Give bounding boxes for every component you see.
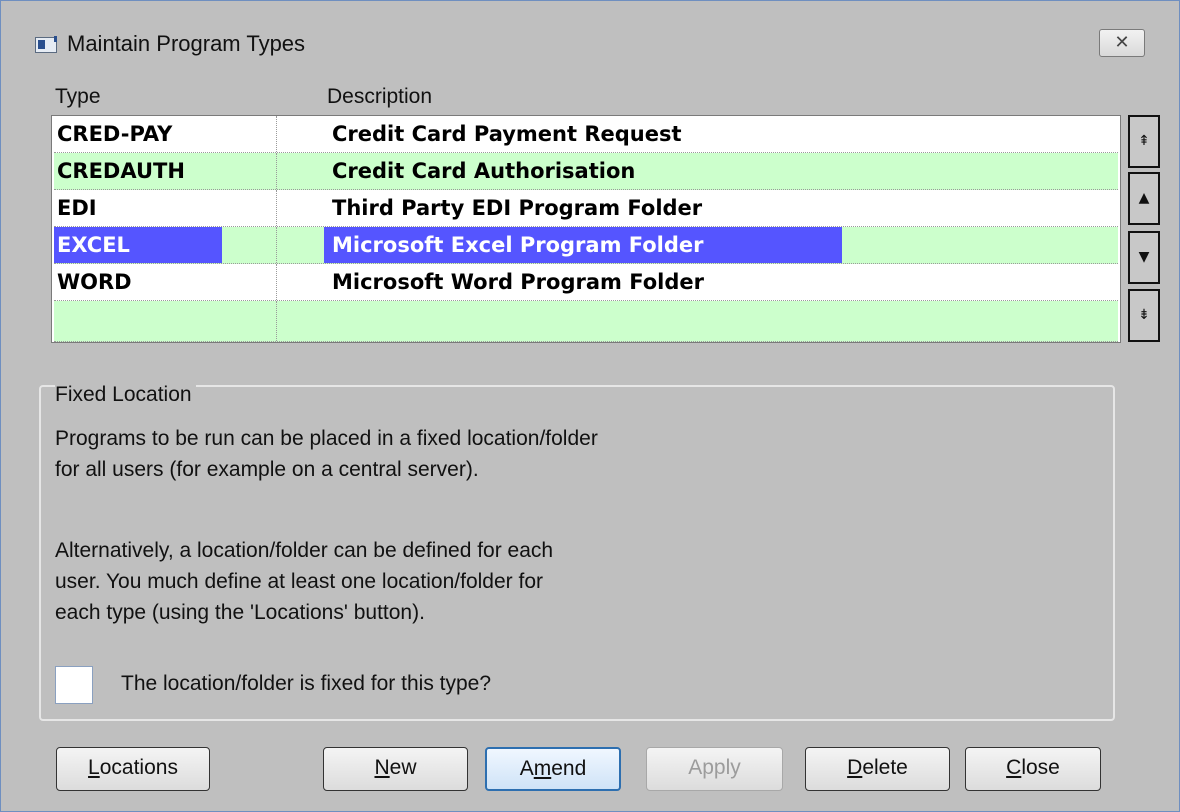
column-header-type[interactable]: Type	[55, 85, 101, 109]
help-text-line: Programs to be run can be placed in a fi…	[55, 427, 598, 450]
program-types-list[interactable]: CRED-PAY Credit Card Payment Request CRE…	[51, 115, 1121, 343]
fixed-location-checkbox-label[interactable]: The location/folder is fixed for this ty…	[121, 672, 491, 696]
column-divider	[276, 227, 277, 263]
close-icon: ✕	[1114, 32, 1130, 53]
maintain-program-types-window: Maintain Program Types ✕ Type Descriptio…	[0, 0, 1180, 812]
button-label: ocations	[99, 756, 178, 779]
scroll-down-button[interactable]: ▼	[1128, 231, 1160, 284]
list-row[interactable]: EDI Third Party EDI Program Folder	[54, 190, 1118, 227]
cell-type: WORD	[57, 270, 132, 294]
button-label: ew	[389, 756, 417, 779]
help-text-line: Alternatively, a location/folder can be …	[55, 539, 554, 562]
apply-button[interactable]: Apply	[646, 747, 783, 791]
cell-type: EDI	[57, 196, 97, 220]
application-icon	[35, 36, 57, 53]
button-label: Apply	[688, 756, 741, 779]
scroll-to-top-icon: ⇞	[1138, 133, 1150, 149]
button-label: elete	[862, 756, 908, 779]
cell-description: Microsoft Excel Program Folder	[324, 227, 842, 263]
cell-type: CRED-PAY	[57, 122, 173, 146]
column-divider	[276, 264, 277, 300]
amend-button[interactable]: Amend	[485, 747, 621, 791]
column-divider	[276, 301, 277, 341]
help-text-line: for all users (for example on a central …	[55, 458, 479, 481]
scroll-to-bottom-icon: ⇟	[1138, 307, 1150, 323]
fixed-location-legend: Fixed Location	[55, 383, 196, 407]
button-label: A	[519, 757, 534, 780]
help-text-line: user. You much define at least one locat…	[55, 570, 543, 593]
cell-description: Credit Card Authorisation	[332, 159, 636, 183]
arrow-down-icon: ▼	[1138, 249, 1150, 265]
cell-description: Credit Card Payment Request	[332, 122, 682, 146]
list-row[interactable]: WORD Microsoft Word Program Folder	[54, 264, 1118, 301]
accelerator-key: C	[1006, 756, 1022, 779]
new-button[interactable]: New	[323, 747, 468, 791]
list-row-empty[interactable]	[54, 301, 1118, 342]
scroll-last-button[interactable]: ⇟	[1128, 289, 1160, 342]
accelerator-key: L	[88, 756, 100, 779]
close-button[interactable]: Close	[965, 747, 1101, 791]
cell-type: CREDAUTH	[57, 159, 185, 183]
column-divider	[276, 116, 277, 152]
cell-type: EXCEL	[54, 227, 222, 263]
fixed-location-checkbox[interactable]	[55, 666, 93, 704]
arrow-up-icon: ▲	[1138, 190, 1150, 206]
cell-description: Microsoft Word Program Folder	[332, 270, 704, 294]
list-row-selected[interactable]: EXCEL Microsoft Excel Program Folder	[54, 227, 1118, 264]
cell-type	[54, 301, 274, 337]
accelerator-key: D	[847, 756, 863, 779]
scroll-up-button[interactable]: ▲	[1128, 172, 1160, 225]
list-row[interactable]: CREDAUTH Credit Card Authorisation	[54, 153, 1118, 190]
close-window-button[interactable]: ✕	[1099, 29, 1145, 57]
cell-description	[324, 301, 1114, 337]
locations-button[interactable]: Locations	[56, 747, 210, 791]
button-label: lose	[1021, 756, 1060, 779]
delete-button[interactable]: Delete	[805, 747, 950, 791]
column-divider	[276, 153, 277, 189]
help-text-line: each type (using the 'Locations' button)…	[55, 601, 425, 624]
list-row[interactable]: CRED-PAY Credit Card Payment Request	[54, 116, 1118, 153]
cell-description: Third Party EDI Program Folder	[332, 196, 703, 220]
column-header-description[interactable]: Description	[327, 85, 432, 109]
column-divider	[276, 190, 277, 226]
title-bar: Maintain Program Types ✕	[1, 1, 1179, 83]
accelerator-key: N	[374, 756, 390, 779]
scroll-first-button[interactable]: ⇞	[1128, 115, 1160, 168]
button-label: end	[551, 757, 587, 780]
accelerator-key: m	[533, 757, 552, 780]
window-title: Maintain Program Types	[67, 31, 306, 56]
